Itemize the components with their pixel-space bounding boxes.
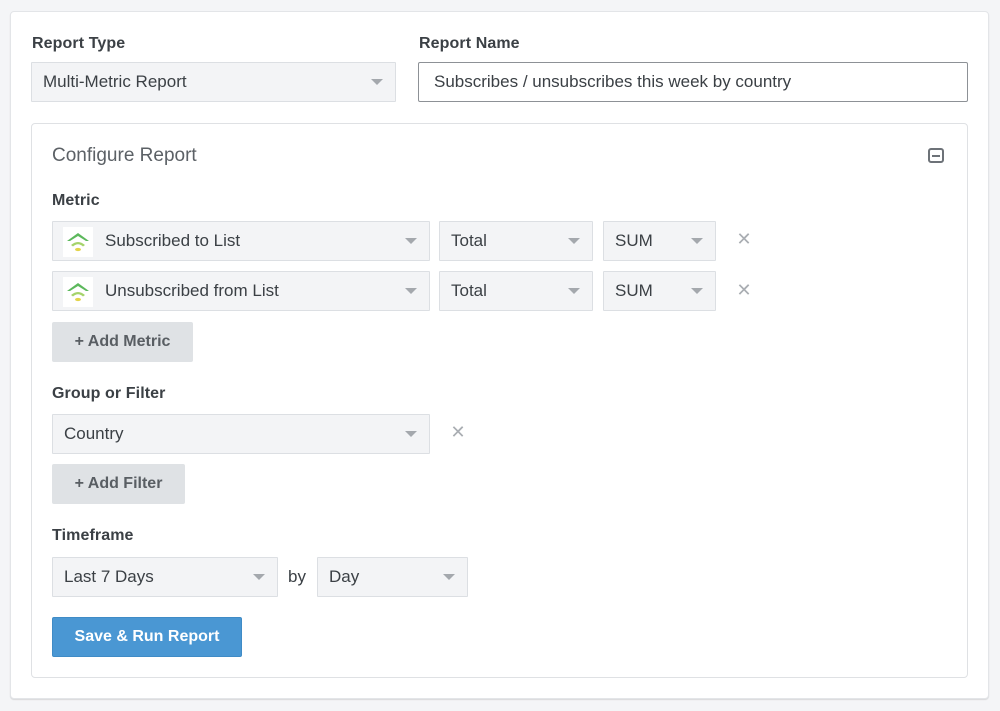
metric-measure-select[interactable]: Total <box>439 271 593 311</box>
chevron-down-icon <box>568 288 580 294</box>
report-type-select[interactable]: Multi-Metric Report <box>31 62 396 102</box>
metric-measure-value: Total <box>451 231 487 250</box>
metric-aggregate-value: SUM <box>615 231 653 250</box>
metric-aggregate-select[interactable]: SUM <box>603 221 716 261</box>
report-name-input[interactable] <box>418 62 968 102</box>
save-run-report-button[interactable]: Save & Run Report <box>52 617 242 657</box>
close-icon[interactable]: ✕ <box>736 281 752 299</box>
chevron-down-icon <box>691 238 703 244</box>
timeframe-label: Timeframe <box>52 527 134 544</box>
list-signal-icon <box>63 227 93 257</box>
metric-name: Subscribed to List <box>105 231 241 250</box>
report-type-label: Report Type <box>32 35 126 52</box>
interval-select[interactable]: Day <box>317 557 468 597</box>
list-signal-icon <box>63 277 93 307</box>
interval-value: Day <box>329 567 360 586</box>
chevron-down-icon <box>405 238 417 244</box>
close-icon[interactable]: ✕ <box>736 230 752 248</box>
metric-label: Metric <box>52 192 100 209</box>
by-text: by <box>288 567 306 586</box>
metric-select[interactable]: Unsubscribed from List <box>52 271 430 311</box>
timeframe-select[interactable]: Last 7 Days <box>52 557 278 597</box>
add-filter-button[interactable]: + Add Filter <box>52 464 185 504</box>
chevron-down-icon <box>443 574 455 580</box>
metric-measure-select[interactable]: Total <box>439 221 593 261</box>
chevron-down-icon <box>371 79 383 85</box>
chevron-down-icon <box>253 574 265 580</box>
group-filter-label: Group or Filter <box>52 385 166 402</box>
group-by-select[interactable]: Country <box>52 414 430 454</box>
chevron-down-icon <box>405 431 417 437</box>
metric-measure-value: Total <box>451 281 487 300</box>
metric-aggregate-value: SUM <box>615 281 653 300</box>
group-by-value: Country <box>64 424 124 443</box>
metric-aggregate-select[interactable]: SUM <box>603 271 716 311</box>
report-type-value: Multi-Metric Report <box>43 72 187 91</box>
metric-name: Unsubscribed from List <box>105 281 279 300</box>
report-name-label: Report Name <box>419 35 520 52</box>
close-icon[interactable]: ✕ <box>450 423 466 441</box>
minus-square-icon[interactable] <box>928 148 944 163</box>
chevron-down-icon <box>568 238 580 244</box>
chevron-down-icon <box>405 288 417 294</box>
configure-report-title: Configure Report <box>52 145 197 166</box>
timeframe-value: Last 7 Days <box>64 567 154 586</box>
add-metric-button[interactable]: + Add Metric <box>52 322 193 362</box>
chevron-down-icon <box>691 288 703 294</box>
metric-select[interactable]: Subscribed to List <box>52 221 430 261</box>
